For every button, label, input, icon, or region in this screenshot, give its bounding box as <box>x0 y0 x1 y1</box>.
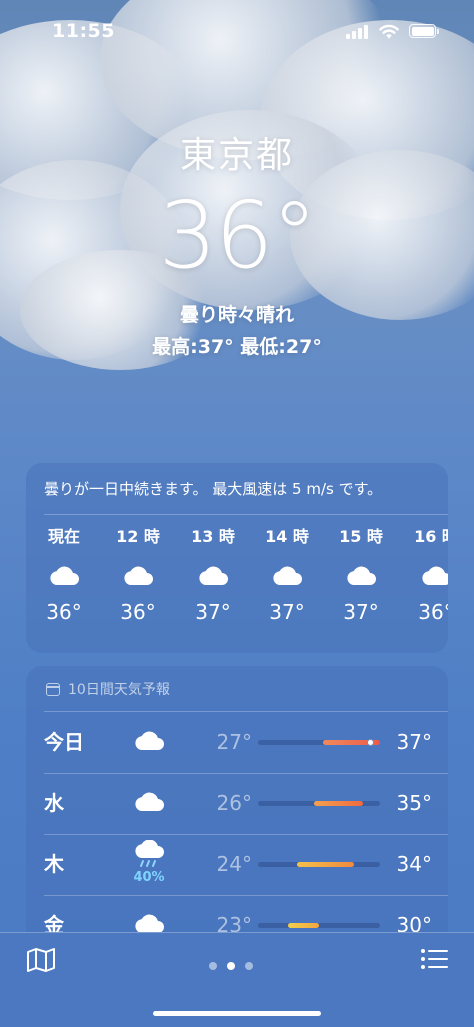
ten-day-title: 10日間天気予報 <box>68 682 170 698</box>
cellular-signal-icon <box>346 25 370 39</box>
page-indicator[interactable] <box>209 955 263 970</box>
cloud-icon <box>135 731 164 750</box>
day-row[interactable]: 今日 27° 37° <box>26 712 448 773</box>
hour-item: 14 時 37° <box>250 525 324 625</box>
cloud-icon <box>199 566 228 585</box>
hour-label: 12 時 <box>116 527 160 546</box>
high-low-temperature: 最高:37° 最低:27° <box>152 336 322 358</box>
day-label: 水 <box>44 791 64 815</box>
current-weather: 東京都 36° 曇り時々晴れ 最高:37° 最低:27° <box>0 130 474 360</box>
cloud-icon <box>124 566 153 585</box>
hour-item: 12 時 36° <box>101 525 175 625</box>
hour-item: 13 時 37° <box>176 525 250 625</box>
temperature-range-fill <box>296 862 354 867</box>
temperature-range-bar <box>258 739 380 746</box>
hour-item: 現在 36° <box>27 525 101 625</box>
temperature-range-fill <box>314 801 363 806</box>
temperature-range-bar <box>258 923 380 928</box>
temperature-range-fill <box>288 923 319 928</box>
high-temperature: 35° <box>396 791 432 815</box>
hour-item: 16 時 36° <box>399 525 448 625</box>
temperature-range-bar <box>258 801 380 806</box>
page-dot[interactable] <box>209 962 217 970</box>
cloud-icon <box>135 792 164 811</box>
wifi-icon <box>379 24 399 39</box>
cloud-rain-icon <box>135 840 164 867</box>
low-temperature: 26° <box>216 791 252 815</box>
status-bar: 11:55 <box>0 0 474 60</box>
calendar-icon <box>46 683 60 696</box>
hour-label: 14 時 <box>265 527 309 546</box>
day-label: 木 <box>44 852 64 876</box>
forecast-summary: 曇りが一日中続きます。 最大風速は 5 m/s です。 <box>44 480 383 498</box>
bottom-toolbar <box>0 932 474 1027</box>
weather-condition: 曇り時々晴れ <box>179 304 294 326</box>
hour-temperature: 37° <box>195 600 231 624</box>
home-indicator <box>153 1011 321 1016</box>
hour-item: 15 時 37° <box>324 525 398 625</box>
map-icon[interactable] <box>26 947 56 973</box>
current-temperature: 36° <box>158 182 317 289</box>
hourly-forecast-card[interactable]: 曇りが一日中続きます。 最大風速は 5 m/s です。 現在 36° 12 時 … <box>26 463 448 653</box>
hour-temperature: 37° <box>269 600 305 624</box>
cloud-icon <box>422 566 448 585</box>
day-row[interactable]: 木 40% 24° 34° <box>26 834 448 895</box>
page-dot[interactable] <box>245 962 253 970</box>
city-name: 東京都 <box>179 135 294 176</box>
hour-label: 現在 <box>47 527 80 546</box>
list-icon[interactable] <box>420 947 448 971</box>
cloud-icon <box>347 566 376 585</box>
low-temperature: 27° <box>216 730 252 754</box>
precipitation-chance: 40% <box>133 870 165 885</box>
hour-label: 13 時 <box>191 527 235 546</box>
cloud-icon <box>50 566 79 585</box>
temperature-range-bar <box>258 862 380 867</box>
hour-label: 15 時 <box>339 527 383 546</box>
hour-temperature: 36° <box>120 600 156 624</box>
hour-temperature: 36° <box>46 600 82 624</box>
hourly-list[interactable]: 現在 36° 12 時 36° 13 時 37° 14 時 37° 15 時 3… <box>26 525 448 645</box>
divider <box>44 514 448 515</box>
hour-label: 16 時 <box>414 527 448 546</box>
high-temperature: 34° <box>396 852 432 876</box>
day-row[interactable]: 水 26° 35° <box>26 773 448 834</box>
status-time: 11:55 <box>52 20 115 42</box>
cloud-icon <box>273 566 302 585</box>
hour-temperature: 36° <box>418 600 448 624</box>
low-temperature: 24° <box>216 852 252 876</box>
high-temperature: 37° <box>396 730 432 754</box>
day-label: 今日 <box>44 730 84 754</box>
ten-day-header: 10日間天気予報 <box>46 680 170 700</box>
hour-temperature: 37° <box>343 600 379 624</box>
page-dot-active[interactable] <box>227 962 235 970</box>
battery-icon <box>409 24 439 38</box>
ten-day-forecast-card[interactable]: 10日間天気予報 今日 27° 37° 水 26° 35° 木 40% 24° … <box>26 666 448 966</box>
